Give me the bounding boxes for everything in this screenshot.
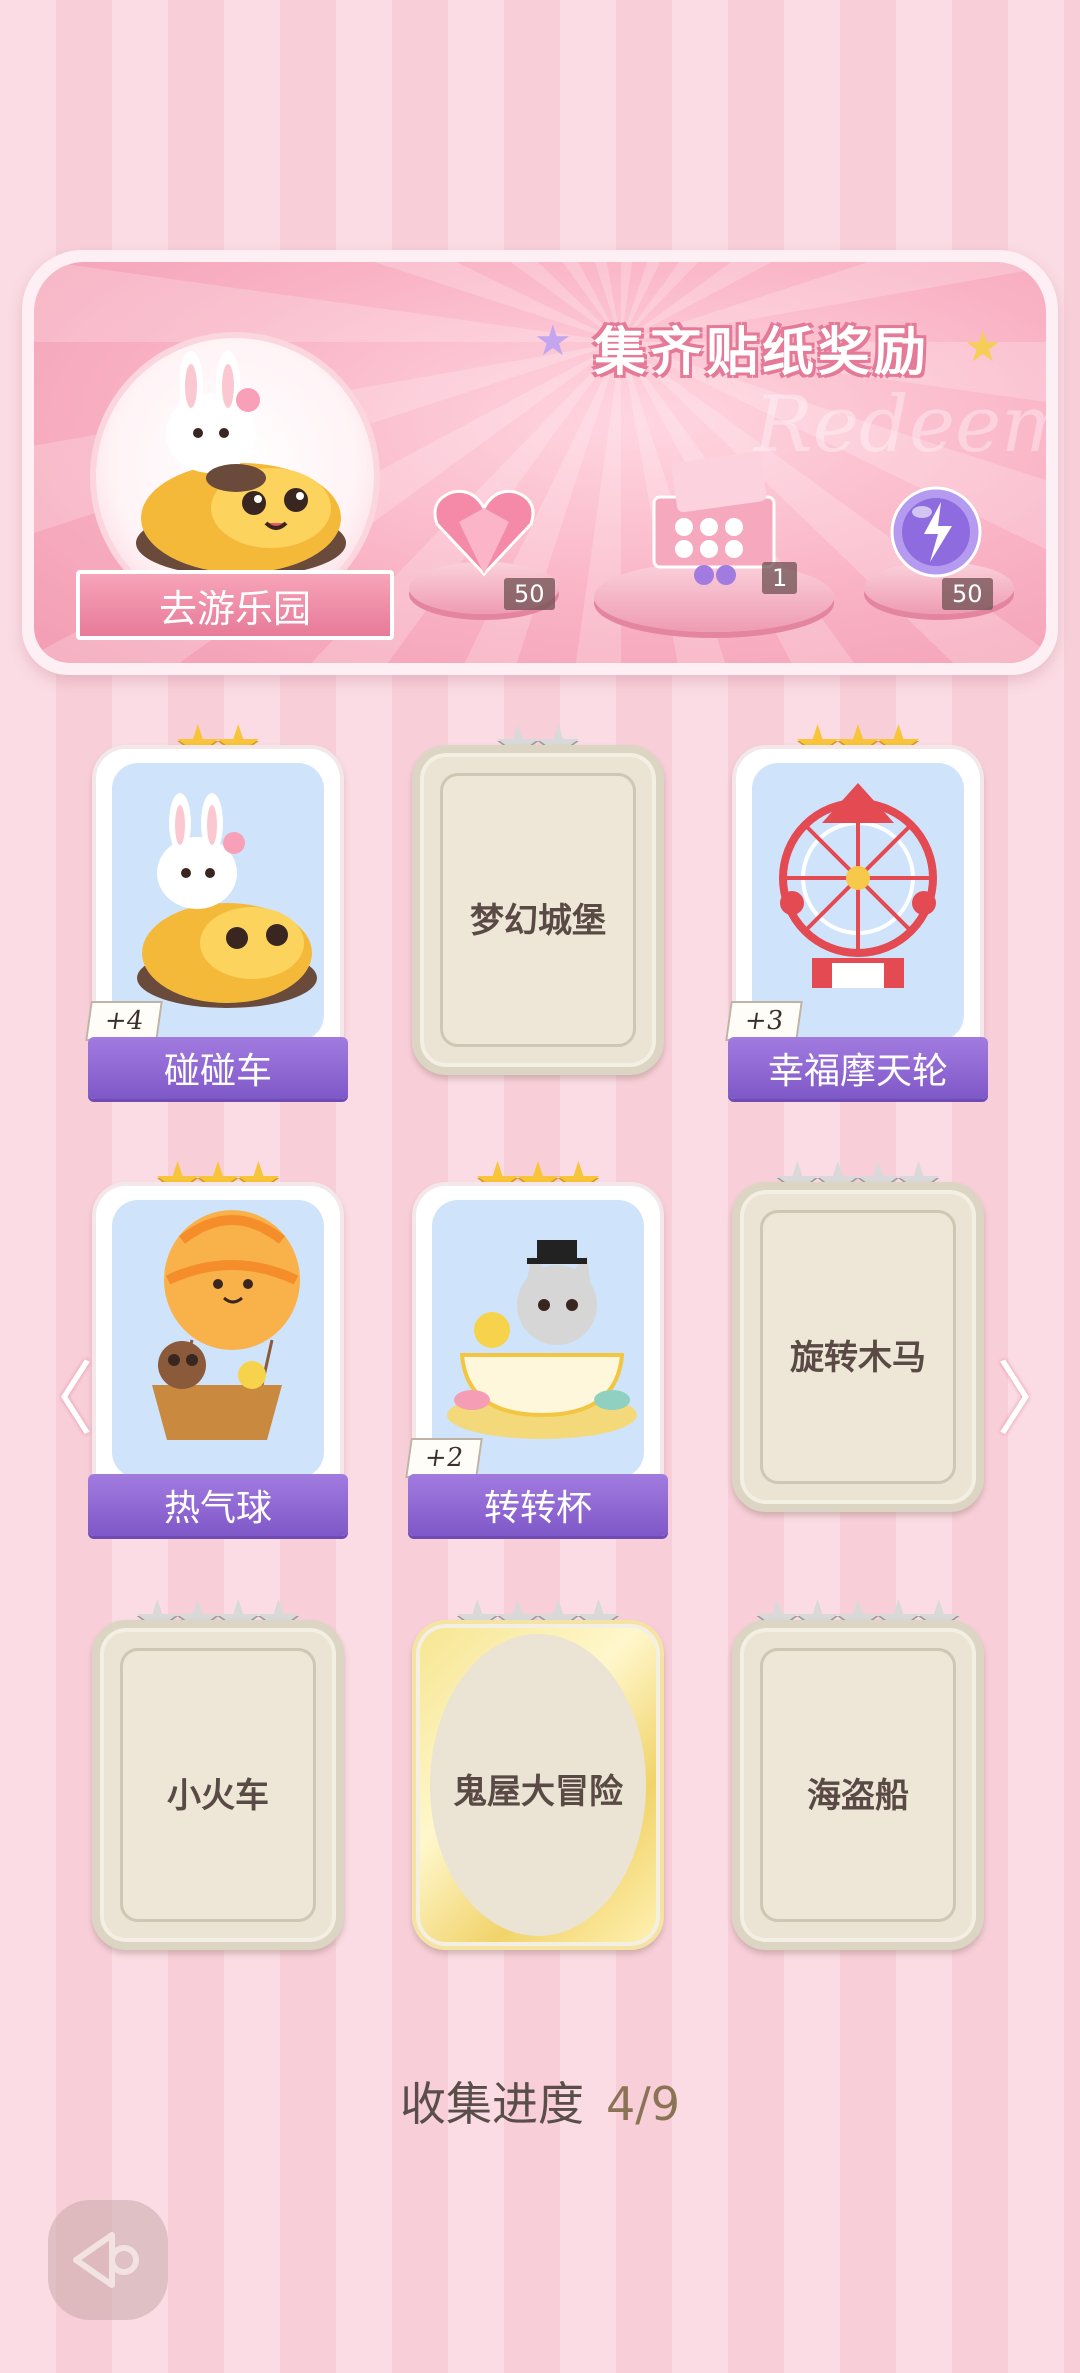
card-name-bar: 幸福摩天轮: [728, 1037, 988, 1099]
card-art: [432, 1200, 644, 1478]
card-locked-title: 小火车: [167, 1776, 269, 1816]
progress-label: 收集进度: [399, 2077, 584, 2131]
duplicate-count-tag: +2: [405, 1438, 483, 1478]
banner-watermark: Redeem: [754, 380, 1046, 470]
next-page-arrow-icon[interactable]: 〉: [996, 1335, 1076, 1451]
card-frame: 海盗船: [732, 1620, 984, 1950]
duplicate-count-tag: +4: [85, 1001, 163, 1041]
sticker-card-hot-air-balloon[interactable]: ★★★ 热气球: [88, 1152, 348, 1536]
reward-count: 50: [942, 578, 993, 610]
reward-banner: Redeem ★ ★ 集齐贴纸奖励 去游乐园 50 1 50: [22, 250, 1058, 675]
sticker-card-teacups[interactable]: ★★★ +2 转转杯: [405, 1152, 668, 1536]
back-button[interactable]: [48, 2200, 168, 2320]
card-name-bar: 热气球: [88, 1474, 348, 1536]
card-frame: 小火车: [92, 1620, 344, 1950]
card-frame: 梦幻城堡: [412, 745, 664, 1075]
card-locked-title: 梦幻城堡: [470, 901, 606, 941]
go-park-button[interactable]: 去游乐园: [76, 570, 394, 640]
reward-count: 1: [762, 562, 798, 594]
card-art: [112, 763, 324, 1041]
card-art: [112, 1200, 324, 1478]
sticker-card-haunted-house[interactable]: ★★★★ 鬼屋大冒险: [412, 1590, 664, 1950]
prev-page-arrow-icon[interactable]: 〈: [14, 1335, 94, 1451]
sticker-card-bumper-car[interactable]: ★★ +4 碰碰车: [85, 715, 348, 1099]
purple-star-icon: ★: [534, 316, 572, 365]
card-locked-title: 旋转木马: [790, 1338, 926, 1378]
card-frame: +2 转转杯: [405, 1182, 668, 1536]
reward-count: 50: [504, 578, 555, 610]
cat-teacup-icon: [447, 1240, 637, 1439]
duplicate-count-tag: +3: [725, 1001, 803, 1041]
purple-energy-orb-icon: [890, 486, 982, 578]
reward-banner-background: Redeem ★ ★ 集齐贴纸奖励 去游乐园 50 1 50: [34, 262, 1046, 663]
card-locked-title: 海盗船: [807, 1776, 909, 1816]
pink-heart-gem-icon: [433, 489, 535, 577]
card-locked-title: 鬼屋大冒险: [453, 1772, 623, 1812]
card-frame: 鬼屋大冒险: [412, 1620, 664, 1950]
card-frame: +4 碰碰车: [85, 745, 348, 1099]
hot-air-balloon-icon: [152, 1210, 300, 1440]
card-frame: +3 幸福摩天轮: [725, 745, 988, 1099]
sticker-card-pirate-ship[interactable]: ★★★★★ 海盗船: [732, 1590, 984, 1950]
ferris-wheel-icon: [779, 783, 937, 988]
yellow-star-icon: ★: [964, 322, 1002, 371]
card-name-bar: 碰碰车: [88, 1037, 348, 1099]
card-frame: 热气球: [88, 1182, 348, 1536]
sticker-card-ferris-wheel[interactable]: ★★★ +3 幸福摩天轮: [725, 715, 988, 1099]
sticker-card-mini-train[interactable]: ★★★★ 小火车: [92, 1590, 344, 1950]
back-arrow-icon: [73, 2232, 139, 2288]
card-frame: 旋转木马: [732, 1182, 984, 1512]
card-art: [752, 763, 964, 1041]
banner-title: 集齐贴纸奖励: [594, 322, 931, 383]
card-name-bar: 转转杯: [408, 1474, 668, 1536]
collection-progress: 收集进度 4/9: [0, 2068, 1080, 2134]
progress-value: 4/9: [605, 2077, 681, 2131]
sticker-card-carousel[interactable]: ★★★★ 旋转木马: [732, 1152, 984, 1512]
bunny-bumper-car-icon: [137, 793, 317, 1008]
sticker-card-dream-castle[interactable]: ★★ 梦幻城堡: [412, 715, 664, 1075]
